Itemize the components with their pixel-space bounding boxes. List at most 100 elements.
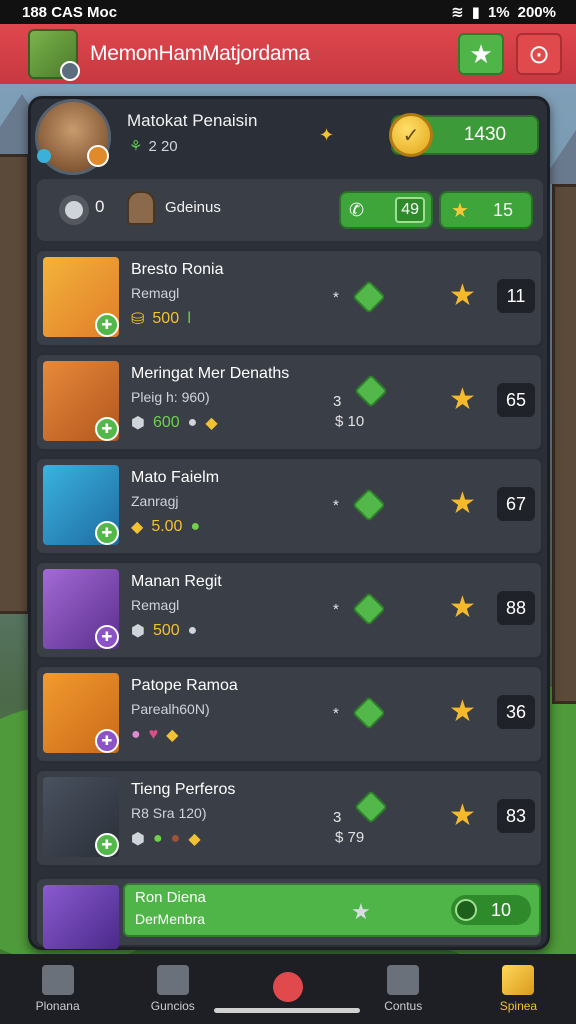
rank-badge-icon: ✚	[95, 625, 119, 649]
row-small-value: $ 10	[335, 413, 365, 430]
nav-guides[interactable]: Guncios	[115, 954, 230, 1024]
call-button[interactable]: ✆ 49	[339, 191, 433, 229]
phone-icon: ✆	[349, 199, 365, 220]
sprout-icon: ǀ	[187, 310, 192, 327]
star-icon: ★	[449, 487, 476, 520]
rank-badge-icon: ✚	[95, 521, 119, 545]
heart-icon: ♥	[148, 726, 159, 743]
player-resources: ⬢ ● ● ◆	[131, 829, 201, 849]
gem-badge-icon	[37, 149, 51, 163]
player-subtitle: R8 Sra 120)	[131, 805, 207, 821]
favorite-button[interactable]: ★	[458, 33, 504, 75]
player-level: ⚘ 2 20	[129, 137, 178, 155]
player-score: 88	[497, 591, 535, 625]
home-icon	[41, 965, 74, 995]
player-row[interactable]: ✚ Manan Regit Remagl ⬢ 500 ● * ★ 88	[35, 561, 543, 659]
player-subtitle: DerMenbra	[135, 911, 206, 927]
gold-icon: ◆	[131, 519, 144, 536]
bottom-nav: Plonana Guncios Contus Spinea	[0, 954, 576, 1024]
player-row[interactable]: ✚ Meringat Mer Denaths Pleig h: 960) ⬢ 6…	[35, 353, 543, 451]
player-row[interactable]: ✚ Mato Faielm Zanragj ◆ 5.00 ● * ★ 67	[35, 457, 543, 555]
player-name: Tieng Perferos	[131, 781, 236, 798]
player-row[interactable]: ✚ Tieng Perferos R8 Sra 120) ⬢ ● ● ◆ 3 $…	[35, 769, 543, 867]
chest-icon: ⛁	[131, 311, 145, 328]
star-outline-icon: ★	[351, 899, 371, 924]
battery-label: 1%	[487, 3, 510, 21]
app-avatar[interactable]	[28, 29, 80, 81]
nav-shop[interactable]: Spinea	[461, 954, 576, 1024]
gold-icon: ◆	[188, 831, 201, 848]
bomb-icon: ●	[187, 414, 198, 431]
multiplier-icon: *	[333, 497, 339, 514]
rank-badge-icon: ✚	[95, 313, 119, 337]
star-icon: ★	[449, 799, 476, 832]
coin-icon: ✓	[389, 113, 433, 157]
player-profile: Matokat Penaisin ⚘ 2 20 ✦ ✓ 1430	[31, 99, 547, 175]
nav-contacts[interactable]: Contus	[346, 954, 461, 1024]
multiplier-icon: *	[333, 705, 339, 722]
resource-value: 500	[152, 622, 180, 639]
app-title: MemonHamMatjordama	[90, 42, 310, 65]
player-resources: ⬢ 600 ● ◆	[131, 413, 218, 433]
player-subtitle: Parealh60N)	[131, 701, 210, 717]
player-row[interactable]: ✚ Patope Ramoa Parealh60N) ● ♥ ◆ * ★ 36	[35, 665, 543, 763]
current-player-box: Ron Diena DerMenbra ★ 10	[123, 883, 541, 937]
rank-badge-icon	[87, 145, 109, 167]
wifi-icon: ≋	[451, 4, 464, 21]
nav-label: Contus	[384, 999, 423, 1013]
coin-balance[interactable]: ✓ 1430	[389, 113, 539, 157]
status-bar: 188 CAS Moc ≋ ▮ 1% 200%	[0, 0, 576, 24]
app-header: MemonHamMatjordama ★ ⊙	[0, 24, 576, 84]
coins-icon	[502, 965, 535, 995]
star-icon: ★	[449, 591, 476, 624]
star-icon: ★	[449, 279, 476, 312]
player-name: Mato Faielm	[131, 469, 220, 486]
current-player-row[interactable]: Ron Diena DerMenbra ★ 10	[35, 877, 543, 949]
heart-icon	[273, 972, 303, 1002]
player-subtitle: Pleig h: 960)	[131, 389, 210, 405]
player-name: Meringat Mer Denaths	[131, 365, 290, 382]
stone-icon: ⬢	[131, 415, 145, 432]
call-value: 49	[395, 197, 425, 223]
star-icon: ★	[451, 199, 469, 222]
player-subtitle: Remagl	[131, 285, 180, 301]
battery-percent: 200%	[517, 3, 556, 21]
player-row[interactable]: ✚ Bresto Ronia Remagl ⛁ 500 ǀ * ★ 11	[35, 249, 543, 347]
gem-small-icon: ●	[152, 830, 163, 847]
player-score: 83	[497, 799, 535, 833]
player-score: 10	[491, 899, 512, 920]
multiplier-icon: *	[333, 289, 339, 306]
power-button[interactable]: ⊙	[516, 33, 562, 75]
nav-center[interactable]	[230, 954, 345, 1024]
shield-icon[interactable]	[59, 195, 89, 225]
nav-home[interactable]: Plonana	[0, 954, 115, 1024]
gem-icon	[352, 592, 386, 626]
star-counter[interactable]: ★ 15	[439, 191, 533, 229]
book-icon	[156, 965, 189, 995]
signal-icon: ▮	[471, 4, 480, 21]
gem-icon	[352, 488, 386, 522]
resource-value: 500	[152, 310, 180, 327]
home-indicator[interactable]	[214, 1008, 360, 1013]
stone-icon: ⬢	[131, 831, 145, 848]
score-pill: 10	[451, 895, 531, 925]
potion-icon: ●	[131, 726, 141, 743]
rank-badge-icon: ✚	[95, 417, 119, 441]
score-icon	[455, 899, 477, 921]
nav-label: Guncios	[150, 999, 195, 1013]
gem-icon	[352, 280, 386, 314]
player-resources: ⛁ 500 ǀ	[131, 309, 191, 329]
gem-icon	[354, 790, 388, 824]
player-score: 65	[497, 383, 535, 417]
player-resources: ● ♥ ◆	[131, 725, 178, 745]
player-name: Bresto Ronia	[131, 261, 224, 278]
status-left: 188 CAS Moc	[22, 3, 118, 21]
power-icon: ⊙	[528, 38, 550, 69]
resource-value: 600	[152, 414, 180, 431]
star-count: 15	[492, 199, 513, 220]
meat-icon: ●	[170, 830, 181, 847]
player-name: Patope Ramoa	[131, 677, 238, 694]
gold-icon: ◆	[205, 415, 218, 432]
bomb-icon: ●	[187, 622, 198, 639]
gold-icon: ◆	[166, 727, 179, 744]
